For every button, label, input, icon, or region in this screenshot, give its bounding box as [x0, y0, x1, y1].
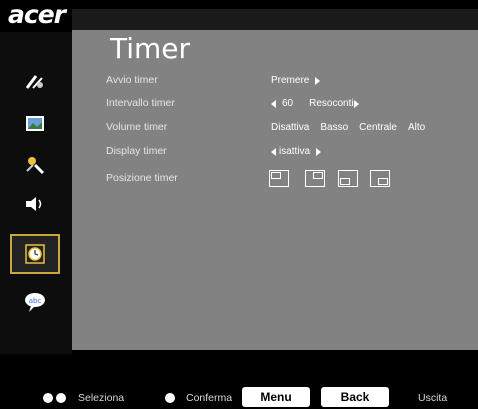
page-title: Timer: [110, 32, 191, 65]
volume-option-basso[interactable]: Basso: [320, 122, 348, 133]
arrow-right-icon[interactable]: [316, 147, 322, 156]
display-timer-control[interactable]: isattiva: [271, 146, 322, 157]
settings-icon: [26, 157, 45, 175]
image-icon: [26, 116, 44, 131]
arrow-left-icon[interactable]: [271, 147, 276, 156]
position-top-left-option[interactable]: [269, 170, 289, 187]
select-hint: Seleziona: [78, 392, 125, 404]
confirm-hint: Conferma: [186, 392, 233, 404]
arrow-left-icon[interactable]: [271, 99, 276, 108]
language-icon: abc: [25, 293, 45, 312]
back-button[interactable]: Back: [321, 387, 389, 407]
timer-icon: [25, 244, 45, 264]
sidebar-item-management[interactable]: [10, 62, 60, 102]
arrow-right-icon[interactable]: [315, 76, 321, 85]
sidebar-item-settings[interactable]: [10, 144, 60, 184]
volume-option-alto[interactable]: Alto: [408, 122, 425, 133]
avvio-timer-value: Premere: [271, 75, 310, 86]
down-arrow-icon: [56, 393, 66, 403]
footer-bar: [0, 386, 478, 409]
sidebar-item-audio[interactable]: [10, 184, 60, 224]
intervallo-timer-value: 60: [282, 98, 294, 109]
row-label-display-timer: Display timer: [106, 145, 167, 157]
svg-text:abc: abc: [29, 297, 42, 305]
volume-option-disattiva[interactable]: Disattiva: [271, 122, 309, 133]
menu-button[interactable]: Menu: [242, 387, 310, 407]
top-bar: [72, 9, 478, 30]
volume-option-centrale[interactable]: Centrale: [359, 122, 397, 133]
row-label-avvio-timer: Avvio timer: [106, 74, 158, 86]
sidebar: abc: [0, 32, 72, 354]
position-bottom-right-option[interactable]: [370, 170, 390, 187]
audio-icon: [26, 197, 42, 211]
row-label-posizione-timer: Posizione timer: [106, 172, 178, 184]
up-arrow-icon: [43, 393, 53, 403]
position-marker-icon: [340, 178, 350, 185]
arrow-right-icon[interactable]: [353, 99, 359, 108]
acer-logo: acer: [8, 0, 66, 29]
position-marker-icon: [378, 178, 388, 185]
management-icon: [25, 75, 43, 89]
exit-hint: Uscita: [418, 392, 448, 404]
row-label-intervallo-timer: Intervallo timer: [106, 97, 175, 109]
display-timer-value: isattiva: [279, 146, 311, 157]
sidebar-item-image[interactable]: [10, 104, 60, 144]
sidebar-item-timer[interactable]: [10, 234, 60, 274]
timer-panel: Timer Avvio timer Premere Intervallo tim…: [72, 30, 478, 350]
position-top-right-option[interactable]: [305, 170, 325, 187]
position-bottom-left-option[interactable]: [338, 170, 358, 187]
intervallo-timer-control[interactable]: 60 Resoconti: [271, 98, 359, 109]
position-marker-icon: [313, 172, 323, 179]
intervallo-timer-mode: Resoconti: [309, 98, 354, 109]
sidebar-item-language[interactable]: abc: [10, 282, 60, 322]
volume-timer-options: Disattiva Basso Centrale Alto: [271, 122, 425, 133]
position-marker-icon: [271, 172, 281, 179]
avvio-timer-control[interactable]: Premere: [271, 75, 321, 86]
row-label-volume-timer: Volume timer: [106, 121, 168, 133]
right-arrow-icon: [165, 393, 175, 403]
